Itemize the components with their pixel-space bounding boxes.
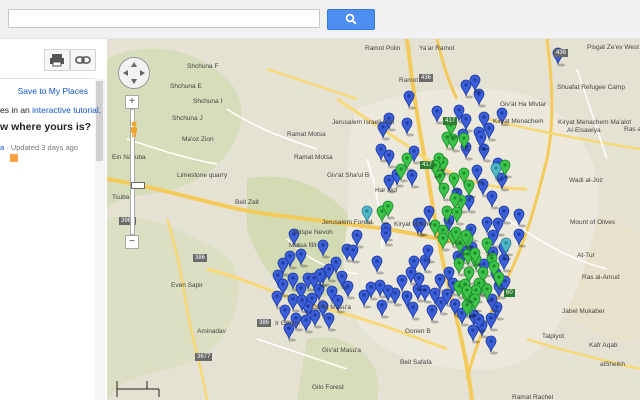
tutorial-link[interactable]: interactive tutorial [32, 105, 99, 115]
place-label: Limestone quarry [177, 172, 228, 179]
place-label: Beit Zait [235, 199, 259, 206]
tutorial-prefix: es in an [0, 105, 33, 115]
panel-scrollbar[interactable] [95, 79, 105, 400]
place-label: Giv'at Sha'ul B [327, 172, 370, 179]
road-shield: 417 [420, 161, 435, 169]
link-button[interactable] [70, 49, 96, 71]
place-label: Motsa Illit [289, 242, 317, 249]
place-label: Shchuna F [187, 63, 219, 70]
place-label: Har Nof [375, 187, 398, 194]
place-label: alSheikh [600, 361, 625, 368]
road-shield: 60 [504, 289, 515, 297]
place-label: Jabel Mukaber [562, 308, 605, 315]
place-label: Shchuna I [193, 98, 223, 105]
zoom-control[interactable]: + − [125, 95, 145, 249]
rss-icon[interactable] [10, 154, 18, 162]
map-question-title: w where yours is? [0, 121, 92, 133]
place-label: Pisgat Ze'ev West [587, 44, 640, 51]
tutorial-text: es in an interactive tutorial. [0, 105, 101, 115]
place-label: Al-Eisawiya [567, 127, 601, 134]
link-icon [75, 56, 91, 64]
map-meta: a · Updated 3 days ago [0, 143, 78, 152]
road-shield: 436 [419, 74, 434, 82]
place-label: Giv'at Masu'a [312, 304, 351, 311]
search-button[interactable] [327, 9, 375, 30]
print-button[interactable] [44, 49, 70, 71]
panel-divider [0, 78, 95, 79]
place-label: Kiryat Menachem [493, 118, 544, 125]
place-label: Jerusalem Forest [322, 219, 373, 226]
place-label: Kafr Aqab [589, 342, 618, 349]
place-label: Beit Safafa [400, 359, 432, 366]
place-label: Ramot [399, 77, 419, 84]
place-label: Kiryat Moshe [394, 221, 432, 228]
place-label: Aminadav [197, 328, 226, 335]
road-shield: 3677 [195, 353, 213, 361]
place-label: Ramat Rachel [512, 394, 554, 400]
zoom-in-button[interactable]: + [125, 95, 139, 109]
place-label: Mitspe Nevoh [293, 229, 333, 236]
road-shield: 386 [257, 319, 272, 327]
map-scale [115, 379, 175, 399]
place-label: At-Tur [577, 252, 595, 259]
tutorial-suffix: . [98, 105, 102, 115]
place-label: Ras al-Amud [624, 126, 640, 133]
road-shield: 436 [554, 49, 569, 57]
place-label: Jerusalem Israeli Hall [332, 119, 395, 126]
place-label: Gilo Forest [312, 384, 344, 391]
place-label: Ya'ar Ramot [419, 45, 455, 52]
road-shield: 417 [443, 117, 458, 125]
place-label: Even Sapir [171, 282, 203, 289]
pan-arrows-icon [123, 62, 145, 84]
place-label: Gonen B [405, 328, 431, 335]
place-label: Ir Ganim [275, 320, 300, 327]
road-shield: 386 [193, 254, 208, 262]
place-label: Giv'at Ha Mivtar [500, 101, 547, 108]
left-panel: Save to My Places es in an interactive t… [0, 39, 105, 400]
zoom-thumb[interactable] [131, 182, 145, 189]
place-label: Kiryat Menachem Ma'alot [558, 119, 632, 126]
scroll-thumb[interactable] [96, 81, 103, 161]
print-icon [50, 54, 64, 67]
search-input[interactable] [8, 9, 320, 28]
place-label: Shuafat Refugee Camp [557, 84, 625, 91]
zoom-out-button[interactable]: − [125, 235, 139, 249]
place-label: Wadi al-Joz [569, 177, 603, 184]
place-label: Ras al-Amud [582, 274, 620, 281]
place-label: Shchuna E [170, 83, 202, 90]
map-terrain [107, 39, 640, 400]
top-bar [0, 0, 640, 39]
updated-text: · Updated 3 days ago [4, 143, 78, 152]
place-label: Talpiyot [542, 333, 565, 340]
map-canvas[interactable]: Ramot Polin Ya'ar Ramot Pisgat Ze'ev West R… [107, 39, 640, 400]
place-label: Mount of Olives [570, 219, 616, 226]
place-label: Ramat Motsa [287, 131, 326, 138]
place-label: Ma'oz Zion [182, 136, 214, 143]
place-label: Ramot Polin [365, 45, 401, 52]
place-label: Ramat Motsa [294, 154, 333, 161]
panel-toolbar [0, 39, 105, 79]
save-to-my-places-link[interactable]: Save to My Places [18, 86, 88, 96]
place-label: Shchuna J [172, 115, 203, 122]
search-icon [345, 13, 357, 25]
pegman-street-view-icon[interactable] [129, 121, 139, 137]
pan-control[interactable] [118, 57, 150, 89]
place-label: Giv'at Masu'a [322, 347, 361, 354]
